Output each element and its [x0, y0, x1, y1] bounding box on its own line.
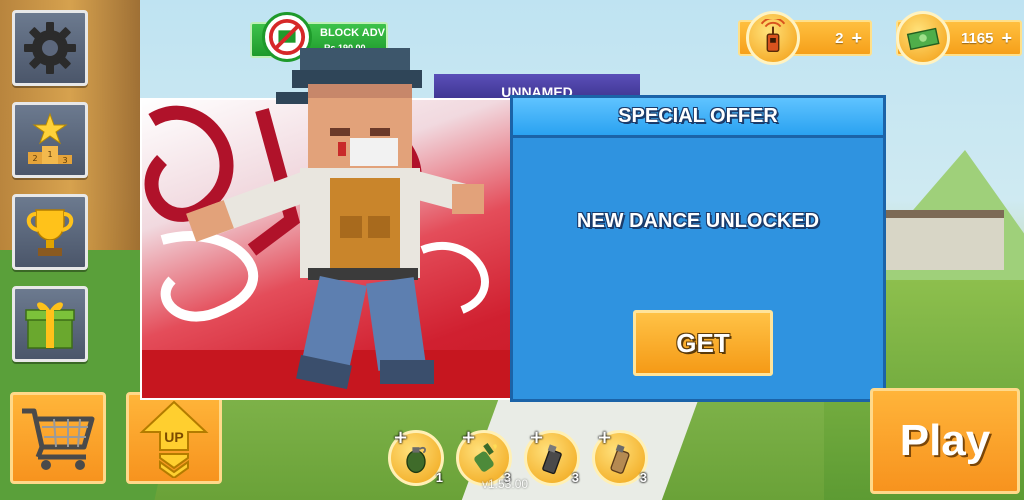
signals-add-button[interactable]: + — [851, 28, 862, 49]
shop-button[interactable] — [10, 392, 106, 484]
up-arrow-icon: UP — [139, 400, 209, 478]
weapon-add: + — [461, 427, 477, 448]
play-button[interactable]: Play — [870, 388, 1020, 494]
radio-signal-icon — [746, 11, 800, 65]
special-offer-dialog: SPECIAL OFFER NEW DANCE UNLOCKED GET — [510, 95, 886, 402]
weapon-add: + — [393, 427, 409, 448]
achievements-button[interactable] — [12, 194, 88, 270]
gift-icon — [25, 302, 75, 349]
weapon-count: 1 — [435, 470, 443, 485]
cash-add-button[interactable]: + — [1001, 28, 1012, 49]
block-adv-title: BLOCK ADV — [320, 27, 385, 39]
gear-icon — [24, 22, 76, 74]
weapon-slot-flashbang[interactable]: + 3 — [592, 427, 648, 486]
cash-value: 1165 — [960, 29, 994, 47]
blocky-character — [186, 48, 484, 390]
weapon-slot-grenade[interactable]: + 1 — [388, 427, 444, 486]
version-label: v1.53.00 — [482, 477, 529, 491]
upgrade-button[interactable]: UP — [126, 392, 222, 484]
special-offer-message: NEW DANCE UNLOCKED — [576, 210, 820, 232]
settings-button[interactable] — [12, 10, 88, 86]
podium-first: 1 — [47, 150, 52, 159]
cash-icon — [896, 11, 950, 65]
upgrade-label: UP — [164, 429, 183, 445]
special-offer-title: SPECIAL OFFER — [513, 98, 883, 138]
weapon-slot-smoke[interactable]: + 3 — [524, 427, 580, 486]
signals-value: 2 — [835, 29, 844, 47]
podium-second: 2 — [32, 154, 37, 163]
weapon-count: 3 — [639, 470, 647, 485]
leaderboard-icon: 2 1 3 — [28, 112, 72, 165]
get-button[interactable]: GET — [633, 310, 773, 376]
shopping-cart-icon — [22, 408, 95, 470]
weapon-add: + — [597, 427, 613, 448]
weapon-add: + — [529, 427, 545, 448]
weapon-count: 3 — [571, 470, 579, 485]
leaderboard-button[interactable]: 2 1 3 — [12, 102, 88, 178]
podium-third: 3 — [62, 156, 67, 165]
gift-button[interactable] — [12, 286, 88, 362]
trophy-icon — [26, 209, 74, 256]
